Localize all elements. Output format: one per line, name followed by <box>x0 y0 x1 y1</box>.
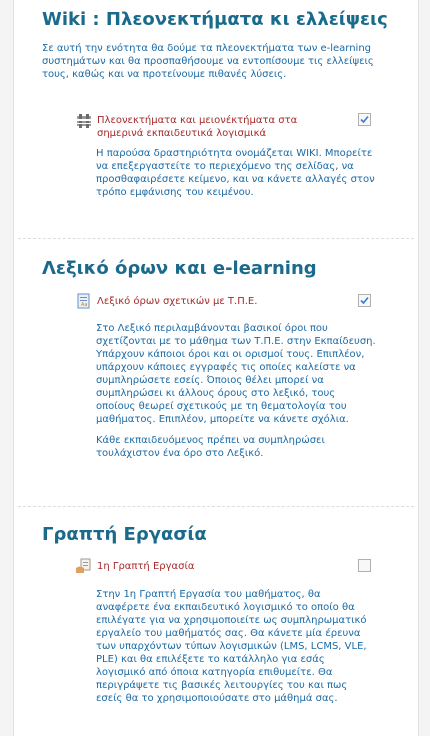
activity-description: Στην 1η Γραπτή Εργασία του μαθήματος, θα… <box>96 588 376 713</box>
activity-link-assignment[interactable]: 1η Γραπτή Εργασία <box>97 560 327 573</box>
section-title: Λεξικό όρων και e-learning <box>42 258 317 279</box>
assignment-icon <box>76 558 92 574</box>
description-paragraph: Στην 1η Γραπτή Εργασία του μαθήματος, θα… <box>96 589 367 704</box>
svg-text:Aa: Aa <box>81 302 87 308</box>
activity-description: Η παρούσα δραστηριότητα ονομάζεται WIKI.… <box>96 147 376 207</box>
activity-description: Στο Λεξικό περιλαμβάνονται βασικοί όροι … <box>96 322 376 468</box>
description-paragraph: Κάθε εκπαιδευόμενος πρέπει να συμπληρώσε… <box>96 435 325 459</box>
checkmark-icon <box>360 115 369 124</box>
description-paragraph: Η παρούσα δραστηριότητα ονομάζεται WIKI.… <box>96 148 375 198</box>
section-title: Γραπτή Εργασία <box>42 524 207 545</box>
checkmark-icon <box>360 296 369 305</box>
glossary-icon: Aa <box>76 293 92 309</box>
activity-link-wiki[interactable]: Πλεονεκτήματα και μειονέκτήματα στα σημε… <box>97 114 327 140</box>
section-divider <box>18 506 414 507</box>
course-content: Wiki : Πλεονεκτήματα κι ελλείψεις Σε αυτ… <box>13 0 419 736</box>
wiki-icon <box>76 113 92 129</box>
completion-checkbox[interactable] <box>358 113 371 126</box>
section-divider <box>18 238 414 239</box>
description-paragraph: Στο Λεξικό περιλαμβάνονται βασικοί όροι … <box>96 323 376 425</box>
section-summary: Σε αυτή την ενότητα θα δούμε τα πλεονεκτ… <box>42 43 374 80</box>
completion-checkbox[interactable] <box>358 294 371 307</box>
activity-link-glossary[interactable]: Λεξικό όρων σχετικών με Τ.Π.Ε. <box>97 295 327 308</box>
section-title: Wiki : Πλεονεκτήματα κι ελλείψεις <box>42 9 388 30</box>
completion-checkbox[interactable] <box>358 559 371 572</box>
